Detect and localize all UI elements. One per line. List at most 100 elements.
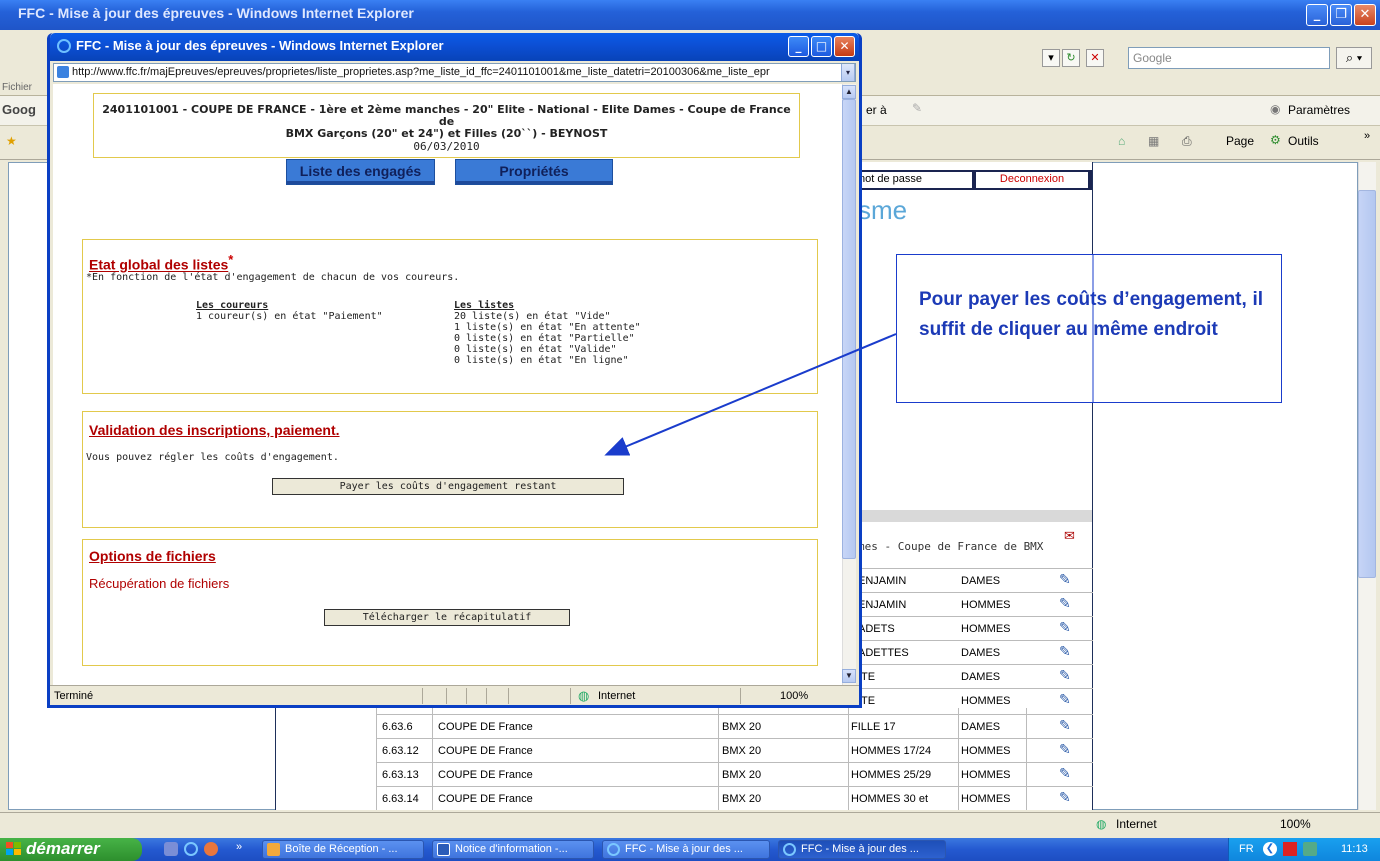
zoom-level[interactable]: 100% — [1280, 817, 1311, 831]
clock: 11:13 — [1341, 843, 1368, 855]
search-input[interactable]: Google — [1128, 47, 1330, 69]
parametres-button[interactable]: Paramètres — [1288, 103, 1350, 117]
tab-liste-des-engages[interactable]: Liste des engagés — [286, 159, 435, 185]
globe-icon: ◍ — [1096, 817, 1107, 831]
column-divider — [958, 708, 959, 810]
task-item-ie-2[interactable]: FFC - Mise à jour des ... — [778, 840, 946, 859]
minimize-button[interactable]: _ — [1306, 4, 1328, 26]
quicklaunch-more-icon[interactable]: » — [236, 841, 242, 853]
edit-icon[interactable]: ✎ — [1059, 789, 1077, 807]
address-dropdown-icon[interactable]: ▾ — [841, 64, 855, 81]
tools-gear-icon[interactable]: ⚙ — [1270, 133, 1281, 147]
column-divider — [376, 708, 377, 810]
print-icon[interactable]: ⎙ — [1182, 134, 1192, 149]
popup-address-bar[interactable]: http://www.ffc.fr/majEpreuves/epreuves/p… — [53, 63, 856, 82]
popup-titlebar[interactable]: FFC - Mise à jour des épreuves - Windows… — [50, 33, 859, 61]
page-menu[interactable]: Page — [1226, 134, 1254, 148]
popup-status-bar: Terminé ◍ Internet 100% — [50, 685, 859, 705]
mot-de-passe-link[interactable]: not de passe — [854, 172, 972, 188]
cell-category: ENJAMIN — [858, 575, 907, 587]
event-header-line2: BMX Garçons (20" et 24") et Filles (20``… — [285, 127, 608, 140]
popup-close-button[interactable]: ✕ — [834, 36, 855, 57]
deconnexion-link[interactable]: Deconnexion — [976, 172, 1088, 188]
task-item-word[interactable]: Notice d'information -... — [432, 840, 594, 859]
etat-global-section: Etat global des listes* *En fonction de … — [82, 239, 818, 394]
cell-event: COUPE DE France — [438, 745, 533, 757]
edit-icon[interactable]: ✎ — [1059, 741, 1077, 759]
network-icon[interactable] — [1303, 842, 1317, 856]
task-item-ie-1[interactable]: FFC - Mise à jour des ... — [602, 840, 770, 859]
toolbar-partial-label[interactable]: er à — [866, 103, 887, 117]
edit-icon[interactable]: ✎ — [1059, 643, 1077, 661]
cell-sex: HOMMES — [961, 745, 1011, 757]
media-icon[interactable] — [204, 842, 218, 856]
recuperation-fichiers-link[interactable]: Récupération de fichiers — [89, 576, 229, 591]
globe-icon: ◍ — [578, 688, 590, 703]
google-toolbar-label[interactable]: Goog — [2, 102, 36, 117]
feeds-icon[interactable]: ▦ — [1148, 134, 1159, 148]
maximize-button[interactable]: ❐ — [1330, 4, 1352, 26]
payer-button[interactable]: Payer les coûts d'engagement restant — [272, 478, 624, 495]
cell-category: ENJAMIN — [858, 599, 907, 611]
telecharger-recap-button[interactable]: Télécharger le récapitulatif — [324, 609, 570, 626]
edit-icon[interactable]: ✎ — [1059, 667, 1077, 685]
popup-minimize-button[interactable]: _ — [788, 36, 809, 57]
task-item-mail[interactable]: Boîte de Réception - ... — [262, 840, 424, 859]
cell-type: BMX 20 — [722, 793, 762, 805]
background-scroll-thumb[interactable] — [1358, 190, 1376, 578]
home-icon[interactable]: ⌂ — [1118, 134, 1125, 148]
ie-icon[interactable] — [184, 842, 198, 856]
table-caption: mes - Coupe de France de BMX — [858, 540, 1044, 553]
refresh-icon[interactable]: ↻ — [1062, 49, 1080, 67]
gear-icon[interactable]: ◉ — [1270, 102, 1280, 116]
column-divider — [718, 708, 719, 810]
menu-fichier[interactable]: Fichier — [2, 82, 32, 93]
language-indicator[interactable]: FR — [1239, 843, 1254, 855]
popup-maximize-button[interactable]: □ — [811, 36, 832, 57]
column-divider — [848, 708, 849, 810]
edit-icon[interactable]: ✎ — [1059, 571, 1077, 589]
mail-app-icon — [267, 843, 280, 856]
start-button[interactable]: démarrer — [0, 838, 142, 861]
internet-zone: Internet — [1116, 817, 1157, 831]
stop-icon[interactable]: ✕ — [1086, 49, 1104, 67]
ie-icon — [607, 843, 620, 856]
popup-title: FFC - Mise à jour des épreuves - Windows… — [76, 38, 444, 53]
edit-icon[interactable]: ✎ — [1059, 765, 1077, 783]
system-tray: FR ❮ 11:13 — [1228, 838, 1380, 861]
scroll-down-icon[interactable]: ▼ — [842, 669, 856, 683]
cell-code: 6.63.14 — [382, 793, 419, 805]
close-button[interactable]: ✕ — [1354, 4, 1376, 26]
outils-menu[interactable]: Outils — [1288, 134, 1319, 148]
coureurs-line: 1 coureur(s) en état "Paiement" — [196, 311, 383, 322]
address-dropdown-icon[interactable]: ▾ — [1042, 49, 1060, 67]
edit-icon[interactable]: ✎ — [1059, 717, 1077, 735]
cell-sex: HOMMES — [961, 623, 1011, 635]
back-arrow-icon[interactable]: ❮ — [1263, 842, 1277, 856]
edit-icon[interactable]: ✎ — [1059, 691, 1077, 709]
table-row: ITE HOMMES ✎ — [856, 688, 1093, 712]
options-title: Options de fichiers — [89, 548, 216, 564]
popup-zoom-level[interactable]: 100% — [780, 690, 808, 702]
etat-global-title: Etat global des listes* — [89, 252, 233, 273]
footnote-star: * — [228, 252, 234, 267]
tab-proprietes[interactable]: Propriétés — [455, 159, 613, 185]
chevron-more-icon[interactable]: » — [1364, 130, 1370, 142]
edit-icon[interactable]: ✎ — [1059, 595, 1077, 613]
cell-sex: DAMES — [961, 671, 1001, 683]
desktop-icon[interactable] — [164, 842, 178, 856]
listes-line: 0 liste(s) en état "En ligne" — [454, 355, 629, 366]
annotation-text: Pour payer les coûts d’engagement, il su… — [919, 289, 1263, 340]
favorites-star-icon[interactable]: ★ — [6, 134, 17, 148]
edit-icon[interactable]: ✎ — [1059, 619, 1077, 637]
search-icon[interactable]: ⌕ ▾ — [1336, 47, 1372, 69]
popup-url: http://www.ffc.fr/majEpreuves/epreuves/p… — [72, 66, 770, 78]
validation-section: Validation des inscriptions, paiement. V… — [82, 411, 818, 528]
scroll-up-icon[interactable]: ▲ — [842, 85, 856, 99]
popup-scroll-thumb[interactable] — [842, 99, 856, 559]
pencil-icon[interactable]: ✎ — [912, 101, 922, 115]
mail-icon[interactable]: ✉ — [1064, 528, 1084, 544]
cell-category: FILLE 17 — [851, 721, 896, 733]
antivirus-icon[interactable] — [1283, 842, 1297, 856]
windows-logo-icon — [6, 842, 21, 855]
